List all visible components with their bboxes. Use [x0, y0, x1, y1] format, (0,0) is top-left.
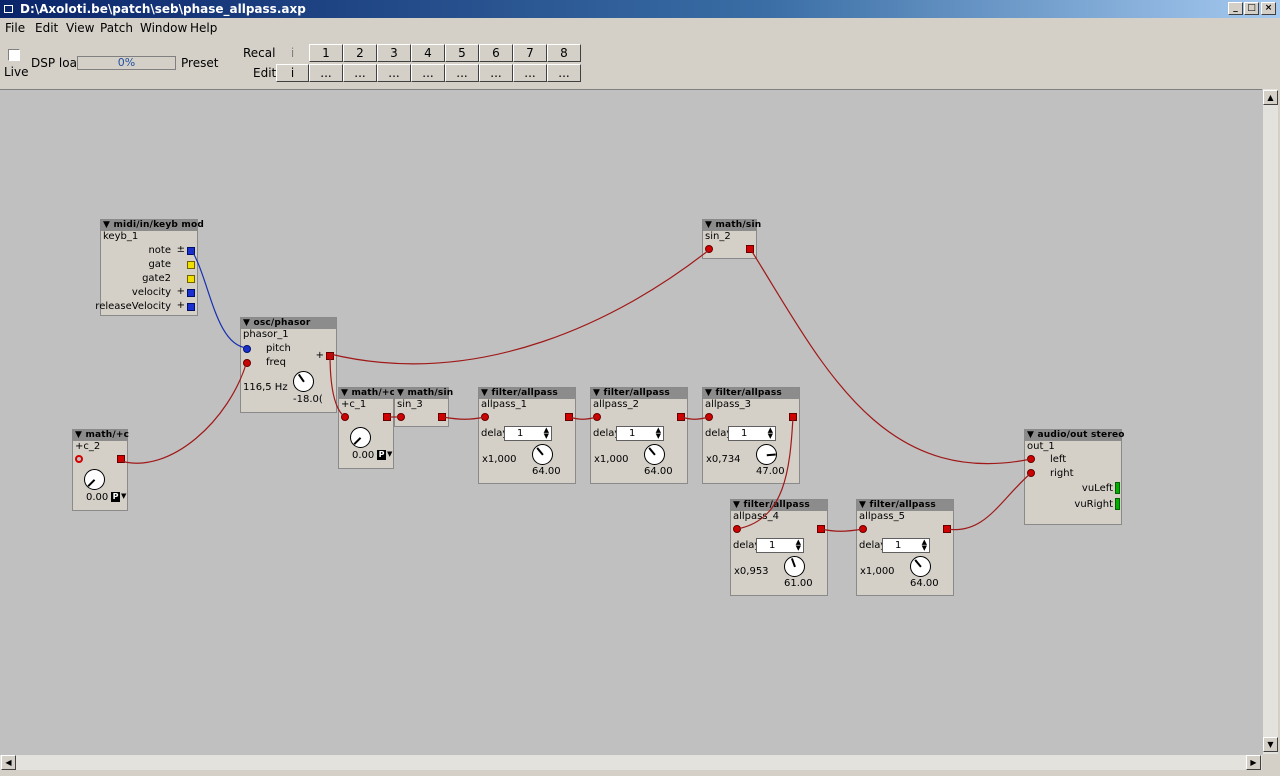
scroll-right-icon[interactable]: ▶ [1246, 755, 1261, 770]
wire-ap2-to-ap3 [680, 416, 710, 420]
wire-c2-to-freq [120, 360, 248, 464]
recall-preset-6[interactable]: 6 [479, 44, 513, 62]
menu-file[interactable]: File [5, 21, 25, 35]
toolbar: Live DSP load 0% Preset Recall Edit i 1 … [0, 38, 1280, 86]
recall-preset-7[interactable]: 7 [513, 44, 547, 62]
title-bar: D:\Axoloti.be\patch\seb\phase_allpass.ax… [0, 0, 1280, 18]
scroll-up-icon[interactable]: ▲ [1263, 90, 1278, 105]
patch-canvas[interactable]: ▼ midi/in/keyb mod keyb_1 note ± gate ga… [0, 89, 1262, 754]
wire-ap1-to-ap2 [568, 416, 598, 420]
edit-label: Edit [253, 66, 277, 80]
edit-preset-8[interactable]: ... [547, 64, 581, 82]
recall-preset-3[interactable]: 3 [377, 44, 411, 62]
live-checkbox[interactable] [8, 49, 20, 61]
wire-phasor-to-c1 [329, 353, 346, 418]
horizontal-scrollbar[interactable]: ◀ ▶ [0, 754, 1262, 770]
minimize-button[interactable]: _ [1228, 2, 1243, 15]
preset-label: Preset [181, 56, 219, 70]
edit-preset-5[interactable]: ... [445, 64, 479, 82]
wire-sin3-to-ap1 [442, 416, 486, 420]
wire-ap4-to-ap5 [820, 528, 864, 532]
window-title: D:\Axoloti.be\patch\seb\phase_allpass.ax… [20, 2, 306, 16]
status-bar [0, 770, 1262, 776]
menu-bar: File Edit View Patch Window Help [0, 18, 1280, 38]
edit-preset-7[interactable]: ... [513, 64, 547, 82]
edit-preset-3[interactable]: ... [377, 64, 411, 82]
wire-ap5-to-right [946, 472, 1032, 531]
maximize-button[interactable]: □ [1244, 2, 1259, 15]
recall-preset-2[interactable]: 2 [343, 44, 377, 62]
recall-preset-5[interactable]: 5 [445, 44, 479, 62]
patch-wires [120, 248, 1032, 532]
recall-preset-8[interactable]: 8 [547, 44, 581, 62]
menu-patch[interactable]: Patch [100, 21, 133, 35]
edit-init-button[interactable]: i [276, 64, 309, 82]
edit-preset-2[interactable]: ... [343, 64, 377, 82]
recall-preset-4[interactable]: 4 [411, 44, 445, 62]
edit-preset-6[interactable]: ... [479, 64, 513, 82]
edit-preset-1[interactable]: ... [309, 64, 343, 82]
menu-help[interactable]: Help [190, 21, 217, 35]
wire-ap3-to-ap4 [736, 416, 794, 530]
menu-view[interactable]: View [66, 21, 94, 35]
recall-init-button[interactable]: i [276, 44, 309, 62]
wire-phasor-to-sin2 [329, 249, 710, 365]
scroll-corner [1262, 754, 1280, 776]
edit-preset-4[interactable]: ... [411, 64, 445, 82]
close-button[interactable]: × [1261, 2, 1276, 15]
dsp-load-meter: 0% [77, 56, 176, 70]
menu-window[interactable]: Window [140, 21, 187, 35]
vertical-scrollbar[interactable]: ▲ ▼ [1262, 89, 1278, 754]
recall-preset-1[interactable]: 1 [309, 44, 343, 62]
scroll-left-icon[interactable]: ◀ [1, 755, 16, 770]
wire-sin2-to-left [750, 249, 1032, 465]
live-label: Live [4, 65, 29, 79]
menu-edit[interactable]: Edit [35, 21, 58, 35]
app-icon [4, 5, 13, 13]
wire-note-to-pitch [190, 248, 248, 349]
recall-label: Recall [243, 46, 279, 60]
scroll-down-icon[interactable]: ▼ [1263, 737, 1278, 752]
